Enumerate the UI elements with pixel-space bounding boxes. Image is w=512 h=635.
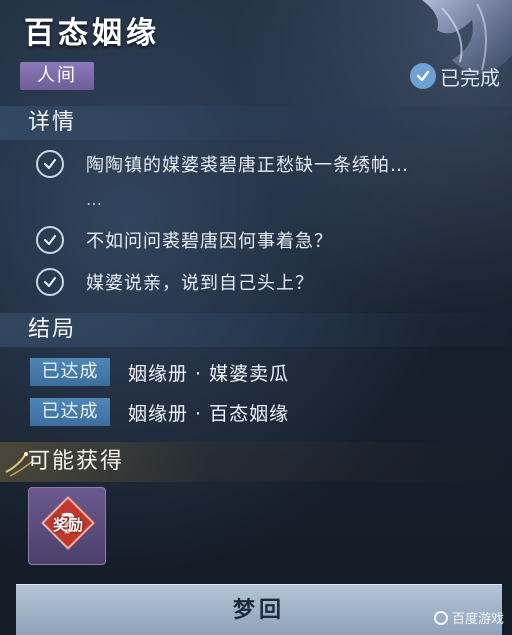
quest-title: 百态姻缘: [24, 16, 160, 51]
decorative-wing-icon: [422, 0, 512, 74]
endings-title: 结局: [28, 317, 77, 342]
ending-item: 已达成 姻缘册 · 媒婆卖瓜: [30, 358, 289, 386]
realm-tag: 人间: [20, 62, 94, 90]
ending-item: 已达成 姻缘册 · 百态姻缘: [30, 398, 289, 426]
rewards-title: 可能获得: [28, 449, 125, 474]
watermark: 百度游戏: [433, 608, 504, 627]
endings-header: 结局: [0, 313, 512, 347]
quest-status: 已完成: [410, 60, 500, 92]
ending-name: 姻缘册 · 媒婆卖瓜: [128, 362, 290, 385]
status-text: 已完成: [440, 65, 500, 90]
check-circle-icon: [36, 150, 64, 178]
reward-item[interactable]: ? 奖励: [28, 487, 106, 565]
achieved-badge: 已达成: [30, 398, 110, 426]
revisit-label: 梦回: [232, 598, 285, 623]
reward-label: 奖励: [52, 516, 83, 534]
revisit-button[interactable]: 梦回: [16, 584, 502, 635]
watermark-text: 百度游戏: [451, 612, 504, 627]
achieved-badge: 已达成: [30, 358, 110, 386]
check-circle-icon: [36, 268, 64, 296]
task-item: 媒婆说亲，说到自己头上？: [36, 268, 314, 296]
details-title: 详情: [28, 110, 77, 135]
ending-name: 姻缘册 · 百态姻缘: [128, 402, 290, 425]
watermark-logo-icon: [433, 610, 448, 625]
task-more-ellipsis: …: [86, 190, 102, 209]
check-circle-icon: [410, 63, 436, 89]
task-item: 不如问问裘碧唐因何事着急？: [36, 226, 333, 254]
task-text: 陶陶镇的媒婆裘碧唐正愁缺一条绣帕…: [86, 155, 409, 176]
details-header: 详情: [0, 106, 512, 140]
check-circle-icon: [36, 226, 64, 254]
task-item: 陶陶镇的媒婆裘碧唐正愁缺一条绣帕…: [36, 150, 409, 178]
task-text: 媒婆说亲，说到自己头上？: [86, 273, 314, 294]
task-text: 不如问问裘碧唐因何事着急？: [86, 231, 333, 252]
